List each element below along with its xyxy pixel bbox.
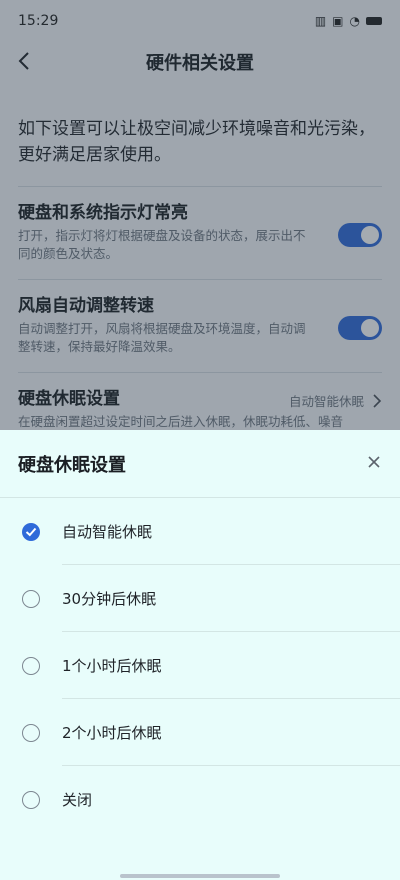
option-auto-sleep[interactable]: 自动智能休眠 (0, 498, 400, 565)
close-icon[interactable] (366, 454, 382, 470)
option-1hour-sleep[interactable]: 1个小时后休眠 (0, 632, 400, 699)
option-label: 自动智能休眠 (62, 523, 153, 541)
radio-checked-icon[interactable] (22, 522, 40, 541)
option-label: 1个小时后休眠 (62, 657, 162, 675)
disk-sleep-sheet: 硬盘休眠设置 自动智能休眠 30分钟后休眠 1个小时后休眠 2个小时后休眠 关闭 (0, 430, 400, 880)
sheet-title: 硬盘休眠设置 (18, 454, 126, 476)
option-label: 2个小时后休眠 (62, 724, 162, 742)
radio-unchecked-icon[interactable] (22, 790, 40, 809)
option-off[interactable]: 关闭 (0, 766, 400, 833)
option-label: 30分钟后休眠 (62, 590, 157, 608)
option-2hour-sleep[interactable]: 2个小时后休眠 (0, 699, 400, 766)
home-indicator[interactable] (120, 874, 280, 878)
option-label: 关闭 (62, 791, 93, 809)
sheet-header: 硬盘休眠设置 (0, 430, 400, 498)
radio-unchecked-icon[interactable] (22, 589, 40, 608)
radio-unchecked-icon[interactable] (22, 656, 40, 675)
radio-unchecked-icon[interactable] (22, 723, 40, 742)
option-30min-sleep[interactable]: 30分钟后休眠 (0, 565, 400, 632)
